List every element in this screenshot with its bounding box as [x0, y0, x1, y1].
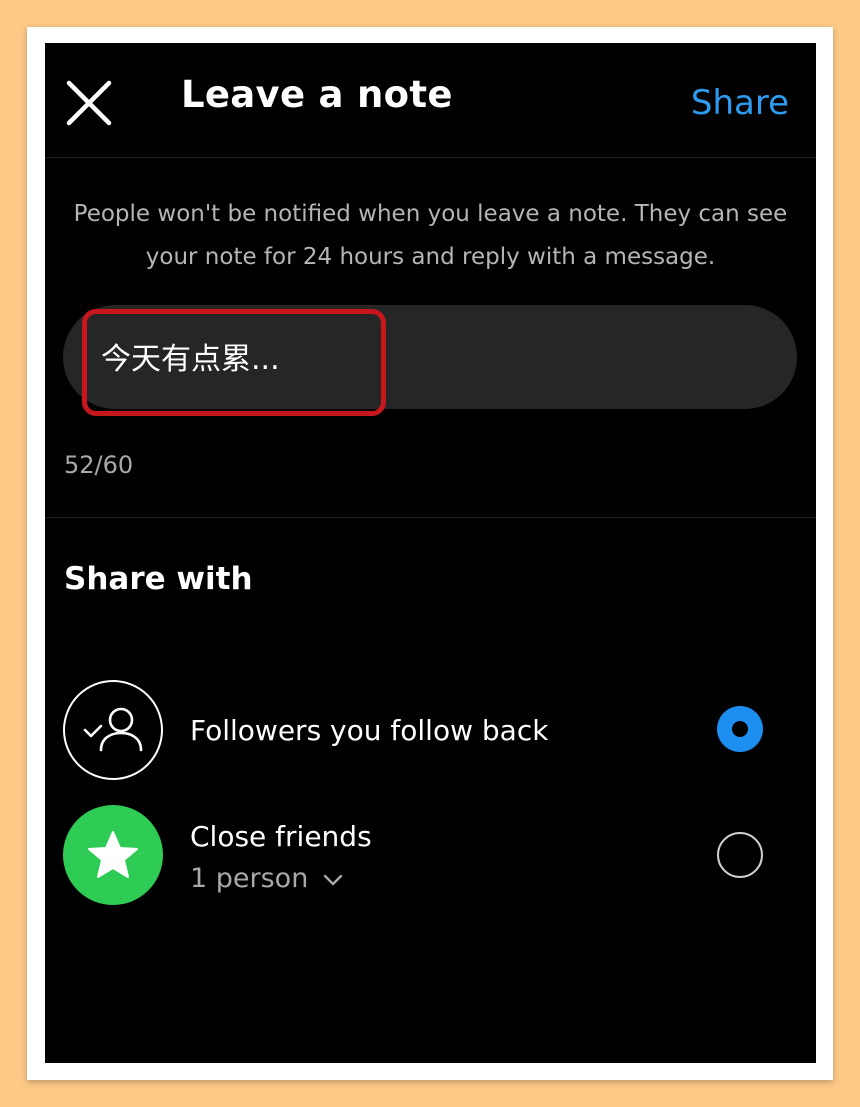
page-title: Leave a note [181, 73, 453, 116]
user-check-icon [83, 707, 143, 752]
close-friends-count[interactable]: 1 person [190, 863, 343, 894]
leave-note-screen: Leave a note Share People won't be notif… [45, 43, 816, 1063]
header-bar: Leave a note Share [45, 43, 816, 158]
option-label: Followers you follow back [190, 714, 549, 747]
section-divider [45, 517, 816, 518]
info-line-1: People won't be notified when you leave … [73, 201, 788, 227]
note-input-value: 今天有点累... [101, 342, 280, 377]
option-label: Close friends [190, 820, 372, 853]
star-icon [88, 831, 138, 878]
info-line-2: your note for 24 hours and reply with a … [145, 244, 716, 270]
character-counter: 52/60 [64, 451, 134, 479]
chevron-down-icon [323, 874, 343, 885]
option-close-friends[interactable]: Close friends 1 person [45, 800, 816, 910]
close-button[interactable] [65, 79, 113, 127]
info-text: People won't be notified when you leave … [45, 193, 816, 279]
close-icon [66, 80, 112, 126]
followers-avatar [63, 680, 163, 780]
close-friends-count-label: 1 person [190, 863, 309, 894]
radio-unselected[interactable] [717, 832, 763, 878]
share-button[interactable]: Share [691, 83, 789, 123]
share-with-heading: Share with [64, 561, 253, 597]
close-friends-avatar [63, 805, 163, 905]
option-followers-you-follow-back[interactable]: Followers you follow back [45, 674, 816, 784]
radio-selected[interactable] [717, 706, 763, 752]
